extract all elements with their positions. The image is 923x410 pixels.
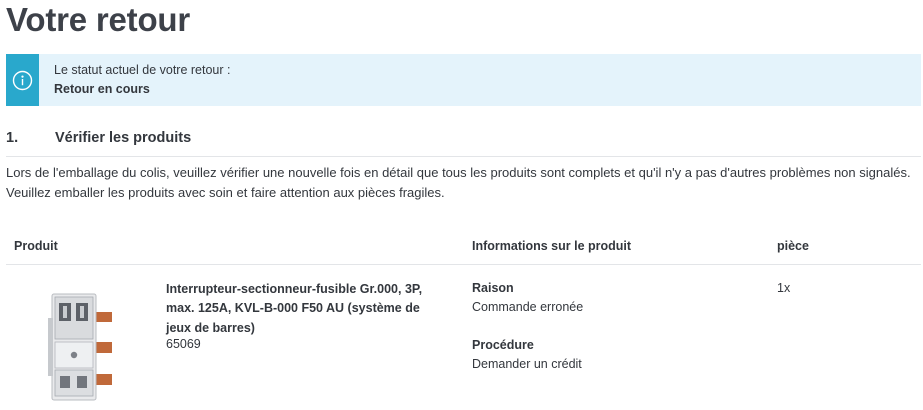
step-number: 1. xyxy=(6,130,19,146)
page-title: Votre retour xyxy=(6,1,191,38)
table-divider xyxy=(6,264,921,265)
product-image xyxy=(48,293,112,401)
packing-instructions: Lors de l'emballage du colis, veuillez v… xyxy=(6,165,911,200)
column-header-product: Produit xyxy=(14,239,58,253)
status-label: Le statut actuel de votre retour : xyxy=(54,63,231,77)
quantity-value: 1x xyxy=(777,281,791,295)
step-divider xyxy=(6,156,921,157)
status-icon-box xyxy=(6,54,39,106)
product-name: Interrupteur-sectionneur-fusible Gr.000,… xyxy=(166,282,423,335)
column-header-info: Informations sur le produit xyxy=(472,239,632,253)
procedure-value: Demander un crédit xyxy=(472,357,582,371)
column-header-quantity: pièce xyxy=(777,239,809,253)
product-number: 65069 xyxy=(166,337,201,351)
status-value: Retour en cours xyxy=(54,82,150,96)
step-title: Vérifier les produits xyxy=(55,130,192,146)
info-icon xyxy=(12,70,33,91)
reason-value: Commande erronée xyxy=(472,300,584,314)
status-banner: Le statut actuel de votre retour : Retou… xyxy=(6,54,921,106)
reason-label: Raison xyxy=(472,281,514,295)
procedure-label: Procédure xyxy=(472,338,534,352)
